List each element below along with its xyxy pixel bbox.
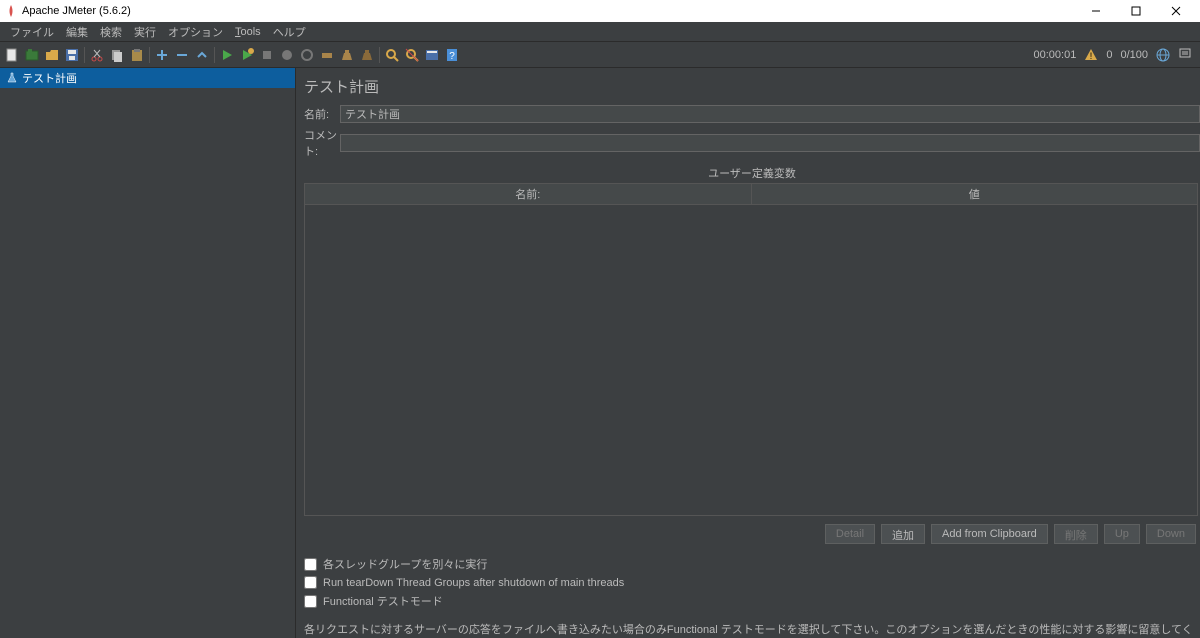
vars-table-body[interactable]: [305, 205, 1197, 515]
delete-button[interactable]: 削除: [1054, 524, 1098, 544]
toolbar-separator: [149, 47, 150, 63]
elapsed-time: 00:00:01: [1034, 49, 1077, 61]
down-button[interactable]: Down: [1146, 524, 1196, 544]
open-icon[interactable]: [43, 46, 61, 64]
collapse-icon[interactable]: [173, 46, 191, 64]
clear-icon[interactable]: [338, 46, 356, 64]
search-icon[interactable]: [383, 46, 401, 64]
serial-label: 各スレッドグループを別々に実行: [323, 556, 487, 572]
error-count: 0: [1106, 49, 1112, 61]
menu-options[interactable]: オプション: [162, 24, 229, 40]
window-title: Apache JMeter (5.6.2): [22, 5, 1076, 17]
copy-icon[interactable]: [108, 46, 126, 64]
menu-tools[interactable]: Tools: [229, 26, 267, 38]
remote-start-icon[interactable]: [298, 46, 316, 64]
add-button[interactable]: 追加: [881, 524, 925, 544]
start-notimers-icon[interactable]: [238, 46, 256, 64]
teardown-label: Run tearDown Thread Groups after shutdow…: [323, 577, 624, 589]
title-bar: Apache JMeter (5.6.2): [0, 0, 1200, 22]
app-logo-icon: [4, 4, 18, 18]
functional-checkbox-row[interactable]: Functional テストモード: [304, 593, 1200, 609]
serial-checkbox[interactable]: [304, 558, 317, 571]
toolbar-separator: [84, 47, 85, 63]
stop-icon[interactable]: [258, 46, 276, 64]
minimize-button[interactable]: [1076, 0, 1116, 22]
teardown-checkbox[interactable]: [304, 576, 317, 589]
serial-checkbox-row[interactable]: 各スレッドグループを別々に実行: [304, 556, 1200, 572]
status-area: 00:00:01 ! 0 0/100: [1034, 46, 1198, 63]
function-helper-icon[interactable]: [423, 46, 441, 64]
functional-label: Functional テストモード: [323, 593, 443, 609]
menu-search[interactable]: 検索: [94, 24, 128, 40]
thread-count: 0/100: [1120, 49, 1148, 61]
log-toggle-icon[interactable]: [1178, 46, 1192, 63]
templates-icon[interactable]: [23, 46, 41, 64]
globe-icon[interactable]: [1156, 48, 1170, 62]
functional-note: 各リクエストに対するサーバーの応答をファイルへ書き込みたい場合のみFunctio…: [304, 621, 1200, 638]
clear-all-icon[interactable]: [358, 46, 376, 64]
cut-icon[interactable]: [88, 46, 106, 64]
tree-node-label: テスト計画: [22, 70, 77, 86]
vars-table: 名前: 値: [304, 183, 1198, 516]
test-plan-icon: [6, 72, 18, 84]
menu-edit[interactable]: 編集: [60, 24, 94, 40]
svg-text:!: !: [1090, 51, 1093, 61]
warning-icon[interactable]: !: [1084, 48, 1098, 62]
name-label: 名前:: [304, 106, 340, 122]
functional-checkbox[interactable]: [304, 595, 317, 608]
save-icon[interactable]: [63, 46, 81, 64]
search-reset-icon[interactable]: [403, 46, 421, 64]
paste-icon[interactable]: [128, 46, 146, 64]
maximize-button[interactable]: [1116, 0, 1156, 22]
start-icon[interactable]: [218, 46, 236, 64]
toolbar: ? 00:00:01 ! 0 0/100: [0, 42, 1200, 68]
menu-bar: ファイル 編集 検索 実行 オプション Tools ヘルプ: [0, 22, 1200, 42]
toggle-icon[interactable]: [193, 46, 211, 64]
tree-panel: テスト計画: [0, 68, 296, 638]
detail-button[interactable]: Detail: [825, 524, 875, 544]
menu-run[interactable]: 実行: [128, 24, 162, 40]
close-button[interactable]: [1156, 0, 1196, 22]
menu-file[interactable]: ファイル: [4, 24, 60, 40]
teardown-checkbox-row[interactable]: Run tearDown Thread Groups after shutdow…: [304, 576, 1200, 589]
remote-stop-icon[interactable]: [318, 46, 336, 64]
help-icon[interactable]: ?: [443, 46, 461, 64]
comment-field[interactable]: [340, 134, 1200, 152]
svg-text:?: ?: [449, 51, 455, 62]
toolbar-separator: [214, 47, 215, 63]
toolbar-separator: [379, 47, 380, 63]
add-clipboard-button[interactable]: Add from Clipboard: [931, 524, 1048, 544]
comment-label: コメント:: [304, 127, 340, 159]
up-button[interactable]: Up: [1104, 524, 1140, 544]
shutdown-icon[interactable]: [278, 46, 296, 64]
col-name-header[interactable]: 名前:: [305, 184, 752, 204]
new-icon[interactable]: [3, 46, 21, 64]
expand-icon[interactable]: [153, 46, 171, 64]
name-field[interactable]: [340, 105, 1200, 123]
menu-help[interactable]: ヘルプ: [267, 24, 312, 40]
tree-node-test-plan[interactable]: テスト計画: [0, 68, 295, 88]
col-value-header[interactable]: 値: [752, 184, 1198, 204]
vars-section-label: ユーザー定義変数: [304, 165, 1200, 181]
panel-title: テスト計画: [304, 76, 1200, 97]
editor-panel: テスト計画 名前: コメント: ユーザー定義変数 名前: 値 Detail 追加…: [296, 68, 1200, 638]
